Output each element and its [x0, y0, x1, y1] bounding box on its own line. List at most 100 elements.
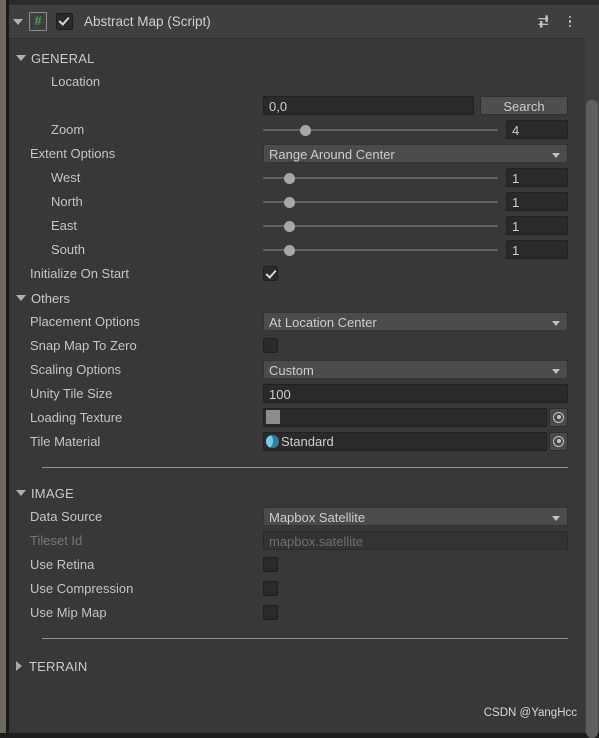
- location-input[interactable]: 0,0: [263, 95, 474, 115]
- row-location: Location: [9, 69, 585, 93]
- search-button[interactable]: Search: [480, 95, 568, 115]
- slider-thumb[interactable]: [283, 196, 295, 208]
- extent-sliders-group: West 1 North 1 East 1 South 1: [9, 165, 585, 261]
- section-label-others: Others: [31, 290, 71, 306]
- chevron-right-icon: [16, 661, 22, 671]
- row-extent-west: West 1: [9, 165, 585, 189]
- target-circle-icon: [553, 435, 564, 447]
- slider-thumb[interactable]: [283, 244, 295, 256]
- section-header-others[interactable]: Others: [9, 287, 585, 309]
- slider-track: [263, 176, 498, 179]
- chevron-down-icon: [16, 295, 26, 301]
- tile-material-object-field[interactable]: Standard: [263, 431, 568, 451]
- section-label-image: IMAGE: [31, 485, 74, 501]
- row-extent-south: South 1: [9, 237, 585, 261]
- extent-options-dropdown[interactable]: Range Around Center: [263, 143, 568, 163]
- row-loading-texture: Loading Texture: [9, 405, 585, 429]
- row-data-source: Data Source Mapbox Satellite: [9, 504, 585, 528]
- zoom-slider-thumb[interactable]: [300, 124, 312, 136]
- extent-north-value-input[interactable]: 1: [506, 191, 568, 211]
- section-header-terrain[interactable]: TERRAIN: [9, 655, 585, 677]
- chevron-down-icon: [552, 368, 560, 374]
- extent-west-value-input[interactable]: 1: [506, 167, 568, 187]
- component-enabled-checkbox[interactable]: [56, 13, 73, 30]
- tile-material-value-box[interactable]: Standard: [263, 431, 547, 451]
- tileset-id-input: mapbox.satellite: [263, 530, 568, 550]
- extent-north-slider[interactable]: [263, 194, 498, 209]
- loading-texture-picker-button[interactable]: [549, 407, 568, 427]
- placement-options-value: At Location Center: [269, 314, 377, 330]
- label-extent-north: North: [51, 193, 83, 209]
- section-header-image[interactable]: IMAGE: [9, 482, 585, 504]
- chevron-down-icon: [552, 515, 560, 521]
- row-use-retina: Use Retina: [9, 552, 585, 576]
- chevron-down-icon: [13, 18, 23, 25]
- chevron-down-icon: [16, 55, 26, 61]
- label-extent-west: West: [51, 169, 81, 185]
- label-tile-material: Tile Material: [30, 433, 101, 449]
- vertical-scrollbar[interactable]: [585, 5, 599, 738]
- data-source-value: Mapbox Satellite: [269, 509, 366, 525]
- component-header-actions: [537, 5, 577, 38]
- extent-west-slider[interactable]: [263, 170, 498, 185]
- label-snap-map-to-zero: Snap Map To Zero: [30, 337, 137, 353]
- preset-sliders-icon[interactable]: [537, 14, 552, 29]
- use-compression-checkbox[interactable]: [263, 580, 278, 596]
- scaling-options-dropdown[interactable]: Custom: [263, 359, 568, 379]
- extent-south-value-input[interactable]: 1: [506, 239, 568, 259]
- label-loading-texture: Loading Texture: [30, 409, 123, 425]
- slider-thumb[interactable]: [283, 220, 295, 232]
- target-circle-icon: [553, 411, 564, 423]
- csharp-script-icon: [29, 12, 47, 31]
- slider-track: [263, 224, 498, 227]
- label-use-compression: Use Compression: [30, 580, 134, 596]
- extent-east-slider[interactable]: [263, 218, 498, 233]
- zoom-slider[interactable]: [263, 122, 498, 137]
- section-header-general[interactable]: GENERAL: [9, 47, 585, 69]
- loading-texture-value-box[interactable]: [263, 407, 547, 427]
- section-divider: [42, 638, 568, 639]
- row-zoom: Zoom 4: [9, 117, 585, 141]
- kebab-menu-icon[interactable]: [563, 14, 577, 29]
- component-header[interactable]: Abstract Map (Script): [9, 5, 585, 39]
- use-mip-map-checkbox[interactable]: [263, 604, 278, 620]
- scaling-options-value: Custom: [269, 362, 314, 378]
- texture-swatch-icon: [266, 410, 280, 424]
- component-panel: Abstract Map (Script) GENERAL: [9, 5, 585, 733]
- loading-texture-object-field[interactable]: [263, 407, 568, 427]
- row-unity-tile-size: Unity Tile Size 100: [9, 381, 585, 405]
- row-location-search: 0,0 Search: [9, 93, 585, 117]
- extent-south-slider[interactable]: [263, 242, 498, 257]
- component-body: GENERAL Location 0,0 Search Zoom 4 Exten…: [9, 39, 585, 677]
- row-scaling-options: Scaling Options Custom: [9, 357, 585, 381]
- component-foldout-toggle[interactable]: [9, 18, 27, 25]
- use-retina-checkbox[interactable]: [263, 556, 278, 572]
- chevron-down-icon: [16, 490, 26, 496]
- slider-track: [263, 248, 498, 251]
- snap-map-to-zero-checkbox[interactable]: [263, 337, 278, 353]
- row-tileset-id: Tileset Id mapbox.satellite: [9, 528, 585, 552]
- tile-material-value: Standard: [281, 433, 334, 449]
- label-extent-options: Extent Options: [30, 145, 116, 161]
- slider-thumb[interactable]: [283, 172, 295, 184]
- row-tile-material: Tile Material Standard: [9, 429, 585, 453]
- data-source-dropdown[interactable]: Mapbox Satellite: [263, 506, 568, 526]
- row-extent-east: East 1: [9, 213, 585, 237]
- label-placement-options: Placement Options: [30, 313, 140, 329]
- scrollbar-thumb[interactable]: [586, 100, 598, 738]
- section-divider: [42, 467, 568, 468]
- zoom-value-input[interactable]: 4: [506, 119, 568, 139]
- initialize-on-start-checkbox[interactable]: [263, 265, 278, 281]
- label-initialize-on-start: Initialize On Start: [30, 265, 129, 281]
- placement-options-dropdown[interactable]: At Location Center: [263, 311, 568, 331]
- extent-east-value-input[interactable]: 1: [506, 215, 568, 235]
- chevron-down-icon: [552, 152, 560, 158]
- tile-material-picker-button[interactable]: [549, 431, 568, 451]
- inspector-panel: Abstract Map (Script) GENERAL: [0, 0, 599, 738]
- unity-tile-size-input[interactable]: 100: [263, 383, 568, 403]
- label-unity-tile-size: Unity Tile Size: [30, 385, 113, 401]
- chevron-down-icon: [552, 320, 560, 326]
- row-extent-options: Extent Options Range Around Center: [9, 141, 585, 165]
- label-zoom: Zoom: [51, 121, 85, 137]
- watermark: CSDN @YangHcc: [483, 707, 577, 719]
